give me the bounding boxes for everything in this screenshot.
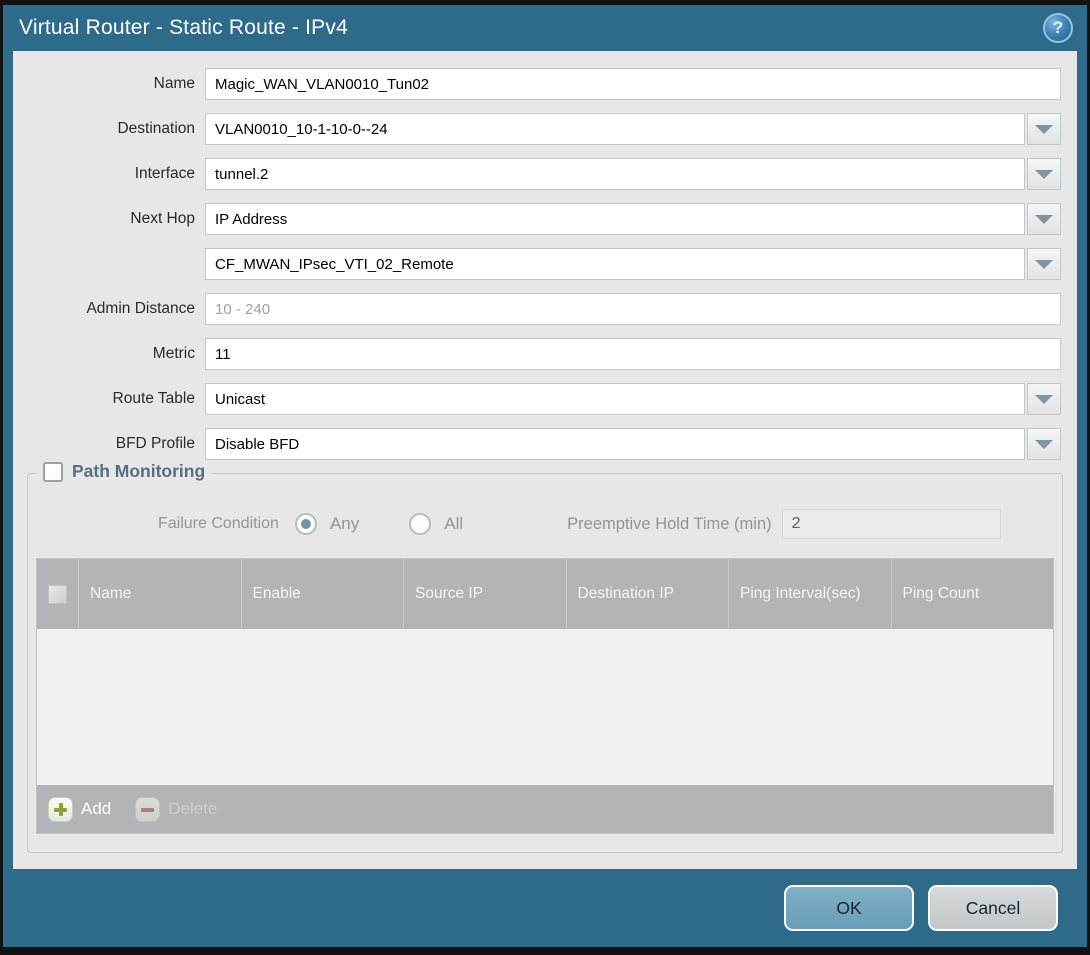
column-header-name[interactable]: Name	[79, 559, 242, 629]
next-hop-label: Next Hop	[13, 210, 205, 228]
chevron-down-icon	[1035, 215, 1053, 224]
interface-row: Interface	[13, 158, 1061, 190]
next-hop-address-dropdown-button[interactable]	[1027, 248, 1061, 280]
add-button[interactable]: Add	[48, 797, 111, 822]
interface-label: Interface	[13, 165, 205, 183]
minus-icon	[135, 797, 160, 822]
delete-button: Delete	[135, 797, 217, 822]
dialog-body: Name Destination Interface	[13, 51, 1077, 869]
chevron-down-icon	[1035, 395, 1053, 404]
table-header-checkbox-cell	[37, 559, 79, 629]
bfd-profile-dropdown-button[interactable]	[1027, 428, 1061, 460]
chevron-down-icon	[1035, 440, 1053, 449]
next-hop-dropdown-button[interactable]	[1027, 203, 1061, 235]
radio-all[interactable]	[409, 513, 431, 535]
route-table-label: Route Table	[13, 390, 205, 408]
table-header-row: Name Enable Source IP Destination IP Pin…	[37, 559, 1053, 629]
next-hop-address-input[interactable]	[205, 248, 1025, 280]
dialog-footer: OK Cancel	[3, 869, 1087, 947]
name-label: Name	[13, 75, 205, 93]
column-header-ping-interval[interactable]: Ping Interval(sec)	[729, 559, 892, 629]
destination-label: Destination	[13, 120, 205, 138]
failure-condition-label: Failure Condition	[158, 515, 279, 533]
name-row: Name	[13, 68, 1061, 100]
dialog-title: Virtual Router - Static Route - IPv4	[19, 16, 348, 40]
chevron-down-icon	[1035, 260, 1053, 269]
destination-dropdown-button[interactable]	[1027, 113, 1061, 145]
chevron-down-icon	[1035, 170, 1053, 179]
bfd-profile-input[interactable]	[205, 428, 1025, 460]
table-action-bar: Add Delete	[37, 785, 1053, 833]
bfd-profile-label: BFD Profile	[13, 435, 205, 453]
destination-row: Destination	[13, 113, 1061, 145]
next-hop-type-input[interactable]	[205, 203, 1025, 235]
destination-input[interactable]	[205, 113, 1025, 145]
bfd-profile-row: BFD Profile	[13, 428, 1061, 460]
route-table-dropdown-button[interactable]	[1027, 383, 1061, 415]
radio-any[interactable]	[295, 513, 317, 535]
interface-input[interactable]	[205, 158, 1025, 190]
column-header-ping-count[interactable]: Ping Count	[892, 559, 1054, 629]
next-hop-row: Next Hop	[13, 203, 1061, 235]
path-monitoring-checkbox[interactable]	[43, 462, 63, 482]
metric-label: Metric	[13, 345, 205, 363]
path-monitoring-section: Path Monitoring Failure Condition Any Al…	[27, 473, 1063, 853]
delete-button-label: Delete	[168, 799, 217, 819]
admin-distance-input[interactable]	[205, 293, 1061, 325]
failure-condition-any-option: Any	[295, 513, 359, 535]
path-monitoring-title: Path Monitoring	[72, 461, 205, 482]
add-button-label: Add	[81, 799, 111, 819]
column-header-enable[interactable]: Enable	[242, 559, 405, 629]
route-table-input[interactable]	[205, 383, 1025, 415]
column-header-source-ip[interactable]: Source IP	[404, 559, 567, 629]
radio-any-label: Any	[330, 514, 359, 534]
help-icon[interactable]: ?	[1043, 13, 1073, 43]
failure-condition-all-option: All	[409, 513, 463, 535]
path-monitoring-legend: Path Monitoring	[36, 461, 212, 482]
dialog-titlebar: Virtual Router - Static Route - IPv4 ?	[3, 5, 1087, 51]
radio-all-label: All	[444, 514, 463, 534]
preemptive-hold-time-label: Preemptive Hold Time (min)	[567, 515, 771, 534]
name-input[interactable]	[205, 68, 1061, 100]
select-all-checkbox[interactable]	[48, 585, 67, 604]
metric-input[interactable]	[205, 338, 1061, 370]
route-table-row: Route Table	[13, 383, 1061, 415]
path-monitoring-table: Name Enable Source IP Destination IP Pin…	[36, 558, 1054, 834]
ok-button[interactable]: OK	[784, 885, 914, 931]
cancel-button[interactable]: Cancel	[928, 885, 1058, 931]
metric-row: Metric	[13, 338, 1061, 370]
admin-distance-label: Admin Distance	[13, 300, 205, 318]
preemptive-hold-time-input[interactable]	[782, 509, 1001, 539]
table-body-empty	[37, 629, 1053, 785]
next-hop-address-row	[13, 248, 1061, 280]
screen: Virtual Router - Static Route - IPv4 ? N…	[0, 0, 1090, 955]
chevron-down-icon	[1035, 125, 1053, 134]
plus-icon	[48, 797, 73, 822]
admin-distance-row: Admin Distance	[13, 293, 1061, 325]
failure-condition-row: Failure Condition Any All Preemptive Hol…	[36, 506, 1054, 542]
static-route-dialog: Virtual Router - Static Route - IPv4 ? N…	[3, 5, 1087, 947]
column-header-destination-ip[interactable]: Destination IP	[567, 559, 730, 629]
interface-dropdown-button[interactable]	[1027, 158, 1061, 190]
